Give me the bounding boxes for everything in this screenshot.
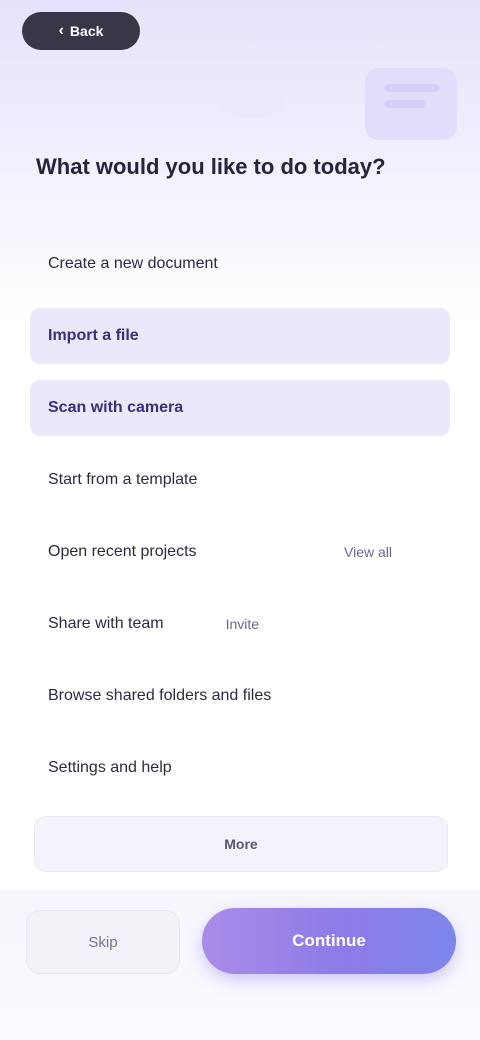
chevron-left-icon: ‹: [58, 22, 64, 39]
option-scan-camera[interactable]: Scan with camera: [30, 380, 450, 436]
option-share-team[interactable]: Share with team Invite: [30, 596, 450, 652]
back-button-label: Back: [69, 23, 104, 39]
decorative-shapes-icon: [216, 68, 457, 140]
option-import-file[interactable]: Import a file: [30, 308, 450, 364]
options-list: Create a new document Import a file Scan…: [30, 236, 450, 812]
skip-button[interactable]: Skip: [26, 910, 180, 974]
option-create-document[interactable]: Create a new document: [30, 236, 450, 292]
invite-link[interactable]: Invite: [226, 616, 259, 632]
option-label: Scan with camera: [48, 399, 184, 416]
option-shared-folders[interactable]: Browse shared folders and files: [30, 668, 450, 724]
page-title: What would you like to do today?: [36, 154, 386, 179]
footer-bar: Skip Continue: [0, 890, 480, 1040]
option-label: Start from a template: [48, 471, 198, 488]
continue-button-label: Continue: [292, 931, 366, 950]
more-label: More: [224, 836, 258, 852]
option-label: Open recent projects: [48, 543, 197, 560]
option-label: Import a file: [48, 327, 139, 344]
option-label: Browse shared folders and files: [48, 687, 272, 704]
option-template[interactable]: Start from a template: [30, 452, 450, 508]
continue-button[interactable]: Continue: [202, 908, 456, 974]
option-settings-help[interactable]: Settings and help: [30, 740, 450, 796]
more-card[interactable]: More: [34, 816, 448, 872]
option-label: Create a new document: [48, 255, 218, 272]
skip-button-label: Skip: [88, 933, 118, 951]
screen: ‹ Back What would you like to do today? …: [0, 0, 480, 1040]
option-label: Settings and help: [48, 759, 172, 776]
back-button[interactable]: ‹ Back: [22, 12, 140, 50]
option-recent-projects[interactable]: Open recent projects View all: [30, 524, 450, 580]
option-label: Share with team: [48, 615, 164, 632]
header-illustration: [200, 62, 470, 152]
view-all-link[interactable]: View all: [344, 544, 392, 560]
